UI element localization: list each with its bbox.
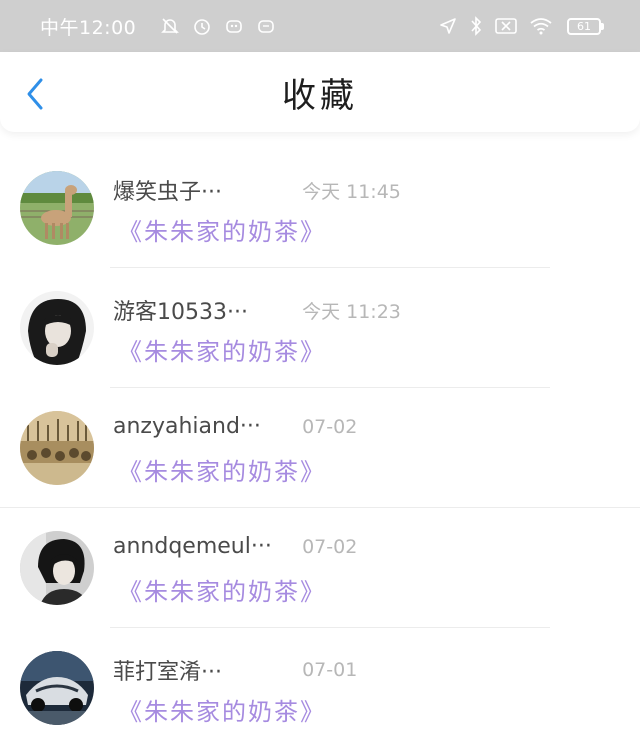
bluetooth-icon xyxy=(469,16,483,36)
wifi-icon xyxy=(529,17,553,35)
item-meta: 爆笑虫子··· 今天 11:45 xyxy=(113,174,620,206)
list-item[interactable]: anndqemeul··· 07-02 《朱朱家的奶茶》 xyxy=(0,508,640,628)
battery-tip xyxy=(601,22,604,30)
avatar[interactable] xyxy=(20,291,94,365)
favorites-list: 爆笑虫子··· 今天 11:45 《朱朱家的奶茶》 游客10533··· 今天 … xyxy=(0,148,640,748)
status-left: 中午12:00 xyxy=(40,13,276,40)
item-user-name[interactable]: anndqemeul··· xyxy=(113,534,297,559)
item-time: 07-02 xyxy=(302,415,358,438)
item-source-title[interactable]: 《朱朱家的奶茶》 xyxy=(118,572,326,607)
item-meta: anzyahiand··· 07-02 xyxy=(113,414,620,439)
app-notification-icon-2 xyxy=(256,16,276,36)
page-title: 收藏 xyxy=(282,75,358,116)
battery-level: 61 xyxy=(567,17,601,35)
back-button[interactable] xyxy=(20,76,50,112)
list-item[interactable]: anzyahiand··· 07-02 《朱朱家的奶茶》 xyxy=(0,388,640,508)
item-meta: anndqemeul··· 07-02 xyxy=(113,534,620,559)
item-source-title[interactable]: 《朱朱家的奶茶》 xyxy=(118,452,326,487)
item-meta: 菲打室淆··· 07-01 xyxy=(113,654,620,686)
item-user-name[interactable]: 爆笑虫子··· xyxy=(113,174,297,206)
app-notification-icon xyxy=(224,16,244,36)
item-time: 07-01 xyxy=(302,659,358,681)
avatar[interactable] xyxy=(20,651,94,725)
avatar[interactable] xyxy=(20,411,94,485)
item-meta: 游客10533··· 今天 11:23 xyxy=(113,294,620,326)
item-user-name[interactable]: anzyahiand··· xyxy=(113,414,297,439)
list-item[interactable]: 菲打室淆··· 07-01 《朱朱家的奶茶》 xyxy=(0,628,640,748)
alarm-clock-icon xyxy=(192,16,212,36)
status-right: 61 xyxy=(427,16,604,36)
avatar[interactable] xyxy=(20,171,94,245)
list-item[interactable]: 爆笑虫子··· 今天 11:45 《朱朱家的奶茶》 xyxy=(0,148,640,268)
item-source-title[interactable]: 《朱朱家的奶茶》 xyxy=(118,692,326,727)
mute-bell-icon xyxy=(160,16,180,36)
item-time: 今天 11:45 xyxy=(302,180,401,203)
item-time: 今天 11:23 xyxy=(302,300,401,323)
avatar[interactable] xyxy=(20,531,94,605)
item-user-name[interactable]: 游客10533··· xyxy=(113,294,297,326)
item-source-title[interactable]: 《朱朱家的奶茶》 xyxy=(118,212,326,247)
item-time: 07-02 xyxy=(302,535,358,558)
status-time: 中午12:00 xyxy=(40,16,137,39)
battery-indicator: 61 xyxy=(567,17,604,35)
chevron-left-icon xyxy=(27,78,43,110)
item-source-title[interactable]: 《朱朱家的奶茶》 xyxy=(118,332,326,367)
nav-header: 收藏 xyxy=(0,52,640,132)
status-bar: 中午12:00 61 xyxy=(0,0,640,52)
item-user-name[interactable]: 菲打室淆··· xyxy=(113,654,297,686)
list-item[interactable]: 游客10533··· 今天 11:23 《朱朱家的奶茶》 xyxy=(0,268,640,388)
location-arrow-icon xyxy=(439,17,457,35)
no-sim-icon xyxy=(495,17,517,35)
